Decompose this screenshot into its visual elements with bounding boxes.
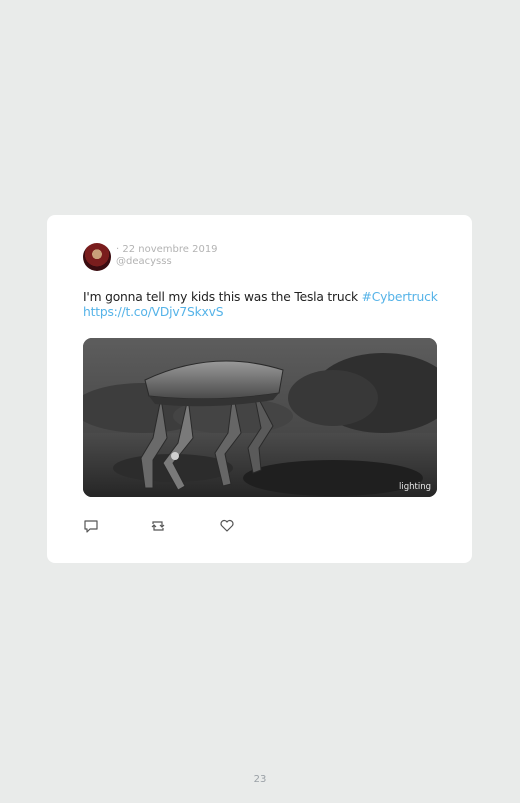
tweet-url-link[interactable]: https://t.co/VDjv7SkxvS bbox=[83, 305, 224, 319]
like-icon[interactable] bbox=[219, 518, 235, 534]
page-number: 23 bbox=[253, 774, 267, 785]
tweet-card: · 22 novembre 2019 @deacysss I'm gonna t… bbox=[47, 215, 472, 563]
tweet-actions bbox=[83, 518, 283, 534]
tweet-text: I'm gonna tell my kids this was the Tesl… bbox=[83, 290, 443, 320]
hashtag-link[interactable]: #Cybertruck bbox=[362, 290, 438, 304]
tweet-media[interactable]: lighting bbox=[83, 338, 437, 497]
reply-icon[interactable] bbox=[83, 518, 99, 534]
media-caption: lighting bbox=[399, 482, 431, 492]
tweet-body: I'm gonna tell my kids this was the Tesl… bbox=[83, 290, 362, 304]
tweet-meta: · 22 novembre 2019 @deacysss bbox=[116, 244, 218, 268]
avatar[interactable] bbox=[83, 243, 111, 271]
retweet-icon[interactable] bbox=[150, 518, 166, 534]
tweet-handle[interactable]: @deacysss bbox=[116, 256, 218, 268]
tweet-date: · 22 novembre 2019 bbox=[116, 244, 218, 255]
robot-dog-image bbox=[83, 338, 437, 497]
